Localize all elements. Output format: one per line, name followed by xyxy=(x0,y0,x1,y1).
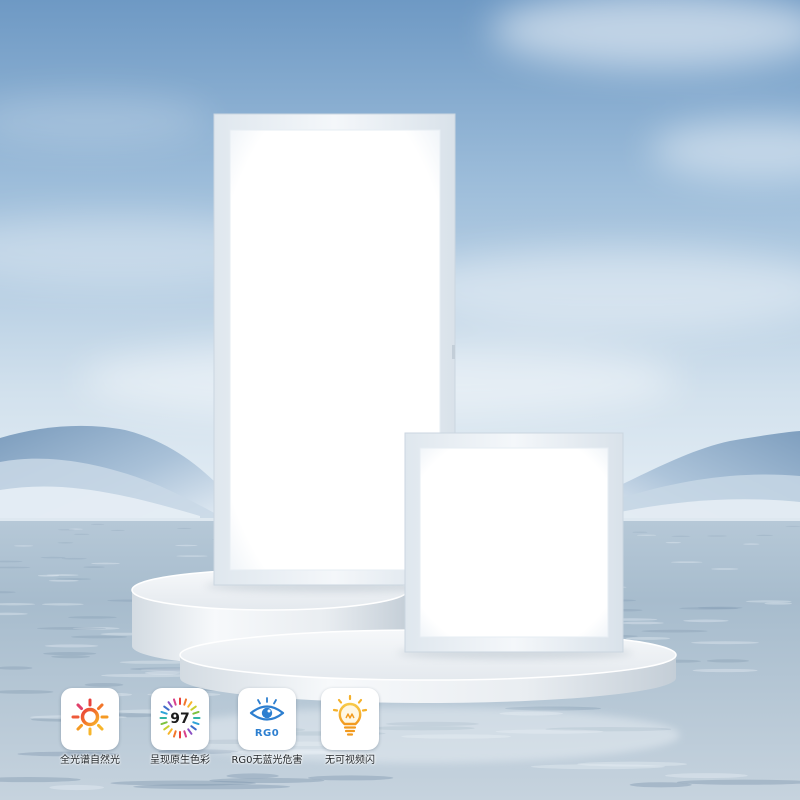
spectrum-ray xyxy=(167,701,173,708)
water-ripple xyxy=(745,600,792,603)
water-ripple xyxy=(84,683,124,687)
water-ripple xyxy=(226,773,279,779)
sun-core xyxy=(80,707,100,727)
sun-ray xyxy=(96,723,104,731)
water-ripple xyxy=(641,629,708,633)
water-ripple xyxy=(91,523,105,525)
feature-badge-blue-light: RG0 xyxy=(238,688,296,750)
water-ripple xyxy=(49,784,104,791)
water-ripple xyxy=(133,784,291,790)
spectrum-ray xyxy=(192,710,200,715)
water-ripple xyxy=(697,606,743,609)
water-ripple xyxy=(743,543,760,545)
water-ripple xyxy=(707,535,727,537)
water-ripple xyxy=(665,541,682,544)
water-ripple xyxy=(57,542,74,544)
feature-label: 无可视频闪 xyxy=(325,755,375,766)
water-ripple xyxy=(706,659,750,663)
water-ripple xyxy=(110,529,125,531)
square-led-panel xyxy=(397,432,633,659)
spectrum-ray xyxy=(172,730,177,738)
spectrum-ray xyxy=(183,698,188,706)
product-scene xyxy=(0,0,800,800)
bulb-glass xyxy=(338,702,362,726)
water-ripple xyxy=(618,621,664,625)
water-ripple xyxy=(665,773,748,779)
water-ripple xyxy=(91,562,120,565)
flicker-free-bulb-icon xyxy=(332,694,368,736)
water-ripple xyxy=(691,641,759,645)
eye-highlight xyxy=(267,709,271,713)
water-ripple xyxy=(68,616,117,619)
water-ripple xyxy=(785,525,800,527)
water-ripple xyxy=(41,603,84,606)
feature-label: 全光谱自然光 xyxy=(60,755,120,766)
water-ripple xyxy=(692,668,758,673)
spectrum-ray xyxy=(160,721,168,726)
spectrum-ray xyxy=(163,725,170,731)
square-panel-light xyxy=(419,447,609,638)
water-ripple xyxy=(55,578,92,581)
water-ripple xyxy=(36,627,107,630)
cri-value: 97 xyxy=(170,711,189,727)
water-ripple xyxy=(625,636,671,640)
water-ripple xyxy=(577,761,687,767)
water-ripple xyxy=(711,568,739,570)
spectrum-ray xyxy=(167,728,173,735)
water-ripple xyxy=(175,544,198,547)
water-ripple xyxy=(68,528,83,530)
water-ripple xyxy=(14,545,34,547)
water-ripple xyxy=(177,527,192,529)
full-spectrum-sun-icon xyxy=(71,698,109,736)
water-ripple xyxy=(764,602,792,605)
rg0-text: RG0 xyxy=(255,728,279,739)
spectrum-ray xyxy=(160,710,168,715)
sun-ray xyxy=(76,703,84,711)
water-ripple xyxy=(176,555,208,557)
water-ripple xyxy=(43,652,97,656)
feature-badge-flicker-free xyxy=(321,688,379,750)
tall-panel-clip xyxy=(452,345,455,359)
water-ripple xyxy=(636,534,657,536)
feature-badge-color-rendering: 97 xyxy=(151,688,209,750)
sun-rays xyxy=(71,698,109,736)
eye-pupil xyxy=(261,707,273,719)
water-ripple xyxy=(46,574,79,577)
water-ripple xyxy=(83,566,105,568)
spectrum-ray xyxy=(192,721,200,726)
water-ripple xyxy=(671,561,703,564)
water-ripple xyxy=(40,556,66,559)
sun-ray xyxy=(96,703,104,711)
feature-label: 呈现原生色彩 xyxy=(150,755,210,766)
water-ripple xyxy=(51,655,90,659)
spectrum-ray xyxy=(187,701,193,708)
spectrum-ray xyxy=(190,705,197,711)
color-rendering-index-icon: 97 xyxy=(159,697,201,739)
water-ripple xyxy=(73,533,90,535)
water-ripple xyxy=(671,535,691,537)
feature-badge-full-spectrum xyxy=(61,688,119,750)
water-ripple xyxy=(683,619,729,623)
water-ripple xyxy=(61,557,87,560)
spectrum-ray xyxy=(172,698,177,706)
spectrum-ray xyxy=(163,705,170,711)
water-ripple xyxy=(70,635,128,639)
water-ripple xyxy=(629,782,692,788)
spectrum-ray xyxy=(190,725,197,731)
water-ripple xyxy=(632,531,648,533)
no-blue-light-hazard-eye-icon: RG0 xyxy=(249,697,285,739)
water-ripple xyxy=(44,644,99,648)
spectrum-ray xyxy=(187,728,193,735)
eye-lashes xyxy=(257,697,277,705)
water-ripple xyxy=(756,534,774,537)
sun-ray xyxy=(76,723,84,731)
spectrum-ray xyxy=(183,730,188,738)
